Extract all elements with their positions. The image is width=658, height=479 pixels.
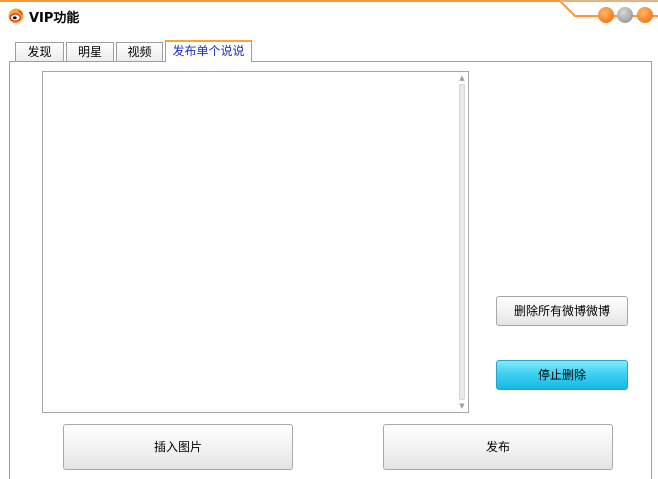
tab-stars[interactable]: 明星: [66, 42, 114, 61]
tab-video[interactable]: 视频: [116, 42, 163, 61]
post-text-area[interactable]: ▲ ▼: [42, 71, 469, 413]
scroll-up-icon[interactable]: ▲: [458, 74, 466, 82]
stop-delete-button[interactable]: 停止删除: [496, 360, 628, 390]
title-bar[interactable]: VIP功能: [0, 0, 658, 32]
vertical-scrollbar[interactable]: ▲ ▼: [456, 72, 468, 412]
scroll-down-icon[interactable]: ▼: [458, 402, 466, 410]
close-button[interactable]: [637, 7, 653, 23]
scroll-thumb[interactable]: [459, 84, 465, 400]
publish-button[interactable]: 发布: [383, 424, 613, 470]
delete-all-weibo-button[interactable]: 删除所有微博微博: [496, 296, 628, 326]
minimize-button[interactable]: [598, 7, 614, 23]
tab-publish-single-post[interactable]: 发布单个说说: [165, 40, 252, 62]
insert-image-button[interactable]: 插入图片: [63, 424, 293, 470]
vip-window: VIP功能 发现 明星 视频 发布单个说说 ▲ ▼ 删除所有微博微博 停止删除 …: [0, 0, 658, 479]
weibo-logo-icon: [8, 8, 24, 24]
window-title: VIP功能: [29, 11, 80, 26]
maximize-button[interactable]: [617, 7, 633, 23]
tab-discover[interactable]: 发现: [15, 42, 64, 61]
